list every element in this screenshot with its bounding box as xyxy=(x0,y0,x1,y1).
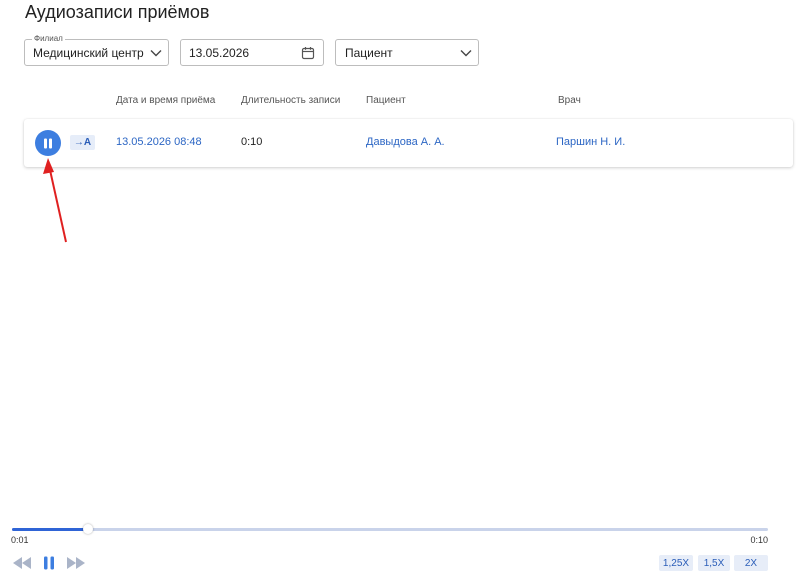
doctor-link[interactable]: Паршин Н. И. xyxy=(556,136,625,148)
progress-bar[interactable] xyxy=(12,524,768,534)
patient-link[interactable]: Давыдова А. А. xyxy=(366,136,445,148)
appointment-datetime-link[interactable]: 13.05.2026 08:48 xyxy=(116,136,202,148)
table-row: →A 13.05.2026 08:48 0:10 Давыдова А. А. … xyxy=(24,119,793,167)
chevron-down-icon xyxy=(454,49,478,57)
date-field[interactable]: 13.05.2026 xyxy=(180,39,324,66)
patient-placeholder: Пациент xyxy=(345,45,393,60)
fast-forward-icon xyxy=(67,557,85,569)
progress-fill xyxy=(12,528,88,531)
column-duration[interactable]: Длительность записи xyxy=(241,95,340,106)
table-header: Дата и время приёма Длительность записи … xyxy=(0,95,800,109)
current-time: 0:01 xyxy=(11,535,29,545)
branch-value: Медицинский центр ... xyxy=(33,45,144,60)
branch-label: Филиал xyxy=(32,34,65,44)
column-datetime[interactable]: Дата и время приёма xyxy=(116,95,215,106)
play-pause-button[interactable] xyxy=(40,554,58,572)
rewind-button[interactable] xyxy=(12,554,32,572)
speed-2x-button[interactable]: 2X xyxy=(734,555,768,571)
page-title: Аудиозаписи приёмов xyxy=(25,2,210,22)
speed-1-25x-button[interactable]: 1,25X xyxy=(659,555,693,571)
patient-select[interactable]: Пациент xyxy=(335,39,479,66)
transcribe-button[interactable]: →A xyxy=(70,135,95,150)
speed-1-5x-button[interactable]: 1,5X xyxy=(698,555,730,571)
chevron-down-icon xyxy=(144,49,168,57)
branch-select[interactable]: Филиал Медицинский центр ... xyxy=(24,34,169,66)
row-play-pause-button[interactable] xyxy=(35,130,61,156)
pause-icon xyxy=(43,138,53,149)
recording-duration: 0:10 xyxy=(241,136,263,148)
forward-button[interactable] xyxy=(66,554,86,572)
calendar-icon[interactable] xyxy=(293,46,323,60)
column-patient[interactable]: Пациент xyxy=(366,95,406,106)
pause-icon xyxy=(43,556,55,570)
rewind-icon xyxy=(13,557,31,569)
progress-thumb[interactable] xyxy=(82,524,93,534)
annotation-arrow xyxy=(43,158,67,243)
date-value: 13.05.2026 xyxy=(189,45,250,60)
column-doctor[interactable]: Врач xyxy=(558,95,581,106)
total-time: 0:10 xyxy=(750,535,768,545)
